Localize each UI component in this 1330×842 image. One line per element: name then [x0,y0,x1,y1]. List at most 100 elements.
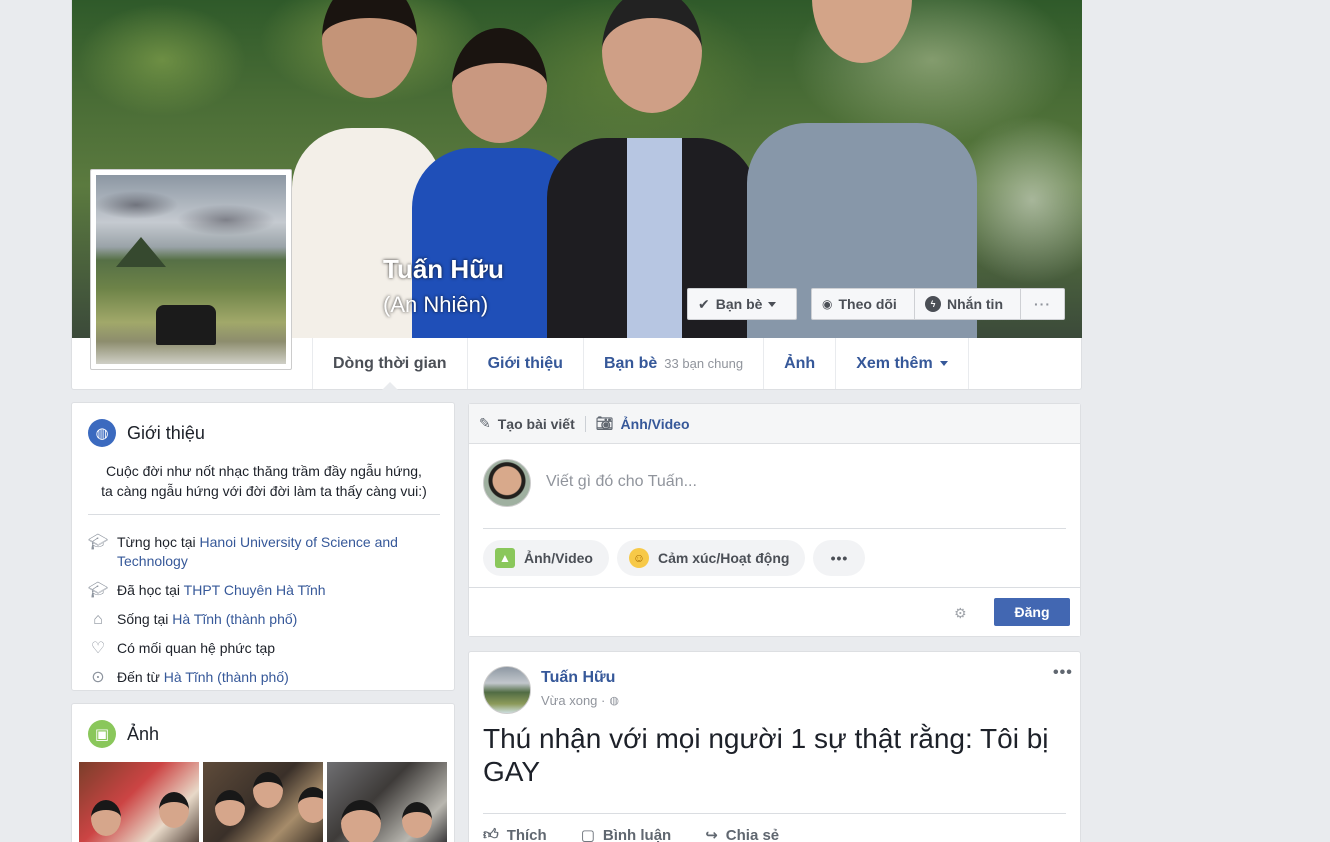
more-composer-options-button[interactable]: ••• [813,540,866,576]
friends-button-label: Bạn bè [715,296,763,312]
composer-input[interactable]: Viết gì đó cho Tuấn... [546,473,697,491]
photo-thumbnail[interactable] [79,762,199,842]
profile-alternate-name: (An Nhiên) [383,292,489,317]
post-composer: ✎ Tạo bài viết 📷︎ Ảnh/Video Viết gì đó c… [468,403,1081,637]
composer-footer: ⚙ Đăng [469,587,1080,636]
location-pin-icon: ⊙ [91,669,105,686]
bio-line: ta càng ngẫu hứng với đời đời làm ta thấ… [101,483,427,499]
composer-options: ▲ Ảnh/Video ☺ Cảm xúc/Hoạt động ••• [483,540,866,576]
thumbs-up-icon: 👍︎ [483,826,499,842]
divider [483,813,1066,814]
photo-thumbnail[interactable] [327,762,447,842]
intro-item-lives-in: ⌂ Sống tại Hà Tĩnh (thành phố) [88,610,440,629]
message-button[interactable]: ϟ Nhắn tin [915,288,1021,320]
tab-more[interactable]: Xem thêm [835,338,969,389]
highschool-link[interactable]: THPT Chuyên Hà Tĩnh [184,582,326,598]
home-icon: ⌂ [93,611,103,628]
photo-video-label: Ảnh/Video [524,550,593,566]
intro-item-text: Có mối quan hệ phức tạp [117,640,276,656]
friends-button[interactable]: ✔ Bạn bè [687,288,797,320]
avatar[interactable] [483,666,531,714]
heart-icon: ♡ [90,640,106,657]
feed-post: Tuấn Hữu Vừa xong · ◍ ••• Thú nhận với m… [468,651,1081,842]
tab-label: Bạn bè [603,354,658,372]
intro-item-text: Đến từ Hà Tĩnh (thành phố) [117,668,289,687]
divider [584,415,586,432]
post-author[interactable]: Tuấn Hữu [541,669,615,687]
post-actions: 👍︎ Thích ▢ Bình luận ↪ Chia sẻ [483,826,779,842]
mutual-friends-count: 33 bạn chung [664,356,744,371]
intro-title[interactable]: Giới thiệu [127,423,205,444]
tab-label: Dòng thời gian [333,354,447,372]
photo-icon: ▲ [495,548,515,568]
follow-button[interactable]: ◉ Theo dõi [811,288,915,320]
tab-timeline[interactable]: Dòng thời gian [312,338,467,390]
divider [88,514,440,515]
gear-icon[interactable]: ⚙ [954,605,967,622]
feeling-label: Cảm xúc/Hoạt động [657,550,790,566]
intro-item-relationship: ♡ Có mối quan hệ phức tạp [88,639,440,658]
photo-video-button[interactable]: ▲ Ảnh/Video [483,540,609,576]
photos-title[interactable]: Ảnh [127,724,159,745]
comment-label: Bình luận [602,826,672,842]
intro-header: ◍ Giới thiệu [88,419,205,447]
intro-item-text: Từng học tại Hanoi University of Science… [117,533,440,571]
camera-icon: 📷︎ [595,415,614,431]
intro-item-highschool: 🎓︎ Đã học tại THPT Chuyên Hà Tĩnh [88,581,440,600]
checkmark-icon: ✔ [698,295,710,312]
hometown-link[interactable]: Hà Tĩnh (thành phố) [164,669,289,685]
divider [483,528,1066,529]
photos-card: ▣ Ảnh [71,703,455,842]
post-text: Thú nhận với mọi người 1 sự thật rằng: T… [483,723,1049,787]
caret-down-icon [768,301,777,307]
caret-down-icon [939,361,948,366]
photo-video-tab[interactable]: Ảnh/Video [621,416,690,432]
photo-icon: ▣ [88,720,116,748]
profile-tabs: Dòng thời gian Giới thiệu Bạn bè 33 bạn … [312,338,969,390]
photo-grid [79,762,447,842]
pencil-icon: ✎ [479,415,491,431]
profile-picture[interactable] [90,169,292,370]
composer-header: ✎ Tạo bài viết 📷︎ Ảnh/Video [469,404,1080,444]
intro-details: 🎓︎ Từng học tại Hanoi University of Scie… [88,533,440,697]
comment-icon: ▢ [580,827,595,842]
tab-label: Xem thêm [856,354,933,372]
graduation-cap-icon: 🎓︎ [88,534,109,551]
intro-item-prefix: Đến từ [117,669,164,685]
like-button[interactable]: 👍︎ Thích [483,826,547,842]
tab-label: Ảnh [784,354,816,372]
intro-item-prefix: Từng học tại [117,534,200,550]
tab-friends[interactable]: Bạn bè 33 bạn chung [582,338,763,389]
photo-thumbnail[interactable] [203,762,323,842]
post-timestamp[interactable]: Vừa xong · [541,693,605,708]
globe-icon: ◍ [88,419,116,447]
post-meta: Vừa xong · ◍ [541,693,619,708]
follow-button-label: Theo dõi [838,296,897,312]
rss-icon: ◉ [822,297,833,311]
feeling-activity-button[interactable]: ☺ Cảm xúc/Hoạt động [616,540,806,576]
current-city-link[interactable]: Hà Tĩnh (thành phố) [172,611,297,627]
like-label: Thích [506,826,547,842]
intro-item-hometown: ⊙ Đến từ Hà Tĩnh (thành phố) [88,668,440,687]
tab-about[interactable]: Giới thiệu [466,338,583,389]
create-post-tab[interactable]: Tạo bài viết [498,416,575,432]
more-options-button[interactable]: ··· [1021,288,1065,320]
intro-card: ◍ Giới thiệu Cuộc đời như nốt nhạc thăng… [71,402,455,691]
bio-line: Cuộc đời như nốt nhạc thăng trầm đầy ngẫ… [106,463,422,479]
globe-icon: ◍ [609,695,619,707]
graduation-cap-icon: 🎓︎ [88,582,109,599]
intro-item-education: 🎓︎ Từng học tại Hanoi University of Scie… [88,533,440,571]
intro-item-text: Sống tại Hà Tĩnh (thành phố) [117,610,297,629]
tab-photos[interactable]: Ảnh [763,338,835,389]
comment-button[interactable]: ▢ Bình luận [581,826,672,842]
messenger-icon: ϟ [925,296,941,312]
post-button[interactable]: Đăng [994,598,1070,626]
profile-name[interactable]: Tuấn Hữu [383,254,504,285]
tab-label: Giới thiệu [487,354,563,372]
post-options-button[interactable]: ••• [1053,664,1073,682]
avatar[interactable] [483,459,531,507]
share-label: Chia sẻ [725,826,780,842]
smiley-icon: ☺ [628,548,649,568]
share-button[interactable]: ↪ Chia sẻ [705,826,779,842]
intro-item-text: Đã học tại THPT Chuyên Hà Tĩnh [117,581,326,600]
